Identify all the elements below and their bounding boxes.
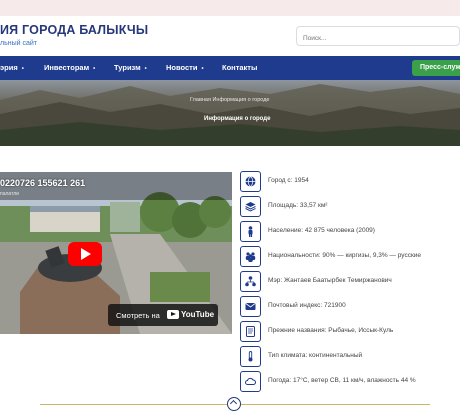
thermometer-icon: [240, 346, 261, 367]
fact-weather: Погода: 17°C, ветер СВ, 11 км/ч, влажнос…: [240, 371, 460, 393]
fact-nationalities: Национальности: 90% — киргизы, 9,3% — ру…: [240, 246, 460, 268]
top-strip: [0, 0, 460, 16]
submenu-dot-icon: •: [201, 66, 204, 72]
cloud-icon: [240, 371, 261, 392]
nav-item-label: Туризм: [114, 63, 141, 72]
video-channel: палатли: [0, 191, 19, 197]
nav-item-administration[interactable]: эрия •: [0, 63, 24, 72]
press-service-button[interactable]: Пресс-служб: [412, 60, 460, 76]
fact-text: Прежние названия: Рыбачье, Иссык-Куль: [268, 327, 394, 334]
group-icon: [240, 246, 261, 267]
fact-text: Почтовый индекс: 721900: [268, 302, 346, 309]
fact-text: Мэр: Жантаев Баатырбек Темиржанович: [268, 277, 392, 284]
mail-icon: [240, 296, 261, 317]
submenu-dot-icon: •: [21, 66, 24, 72]
video-title[interactable]: 0220726 155621 261: [0, 178, 85, 188]
nav-item-tourism[interactable]: Туризм •: [114, 63, 147, 72]
fact-text: Население: 42 875 человека (2009): [268, 227, 375, 234]
layers-icon: [240, 196, 261, 217]
document-icon: [240, 321, 261, 342]
fact-text: Тип климата: континентальный: [268, 352, 363, 359]
person-icon: [240, 221, 261, 242]
nav-item-investors[interactable]: Инвесторам •: [44, 63, 95, 72]
scroll-up-button[interactable]: [227, 397, 241, 411]
fact-text: Площадь: 33,57 км²: [268, 202, 328, 209]
fact-population: Население: 42 875 человека (2009): [240, 221, 460, 243]
globe-icon: [240, 171, 261, 192]
fact-former-names: Прежние названия: Рыбачье, Иссык-Куль: [240, 321, 460, 343]
mountains-image: [0, 80, 460, 146]
youtube-wordmark: YouTube: [181, 310, 215, 319]
fact-text: Национальности: 90% — киргизы, 9,3% — ру…: [268, 252, 422, 259]
main-nav: эрия • Инвесторам • Туризм • Новости • Конта…: [0, 56, 460, 80]
play-icon: [81, 248, 91, 260]
fact-text: Город с: 1954: [268, 177, 309, 184]
watch-on-label: Смотреть на: [116, 311, 160, 320]
org-chart-icon: [240, 271, 261, 292]
youtube-logo-icon: [167, 310, 179, 319]
fact-mayor: Мэр: Жантаев Баатырбек Темиржанович: [240, 271, 460, 293]
watch-on-youtube-button[interactable]: Смотреть на YouTube: [108, 304, 218, 326]
nav-item-label: эрия: [0, 63, 18, 72]
fact-text: Погода: 17°C, ветер СВ, 11 км/ч, влажнос…: [268, 377, 416, 384]
fact-climate: Тип климата: континентальный: [240, 346, 460, 368]
submenu-dot-icon: •: [144, 66, 147, 72]
submenu-dot-icon: •: [93, 66, 96, 72]
nav-item-label: Новости: [166, 63, 198, 72]
site-title[interactable]: ИЯ ГОРОДА БАЛЫКЧЫ: [0, 23, 148, 37]
site-header: ИЯ ГОРОДА БАЛЫКЧЫ льный сайт: [0, 16, 460, 54]
page-title: Информация о городе: [204, 116, 271, 122]
breadcrumb[interactable]: Главная Информация о городе: [190, 97, 269, 103]
nav-item-label: Контакты: [222, 63, 258, 72]
fact-postal-code: Почтовый индекс: 721900: [240, 296, 460, 318]
play-button[interactable]: [68, 242, 102, 266]
nav-item-contacts[interactable]: Контакты: [222, 63, 257, 72]
nav-item-news[interactable]: Новости •: [166, 63, 204, 72]
fact-founded: Город с: 1954: [240, 171, 460, 193]
video-player[interactable]: 0220726 155621 261 палатли Смотреть на Y…: [0, 172, 232, 334]
fact-area: Площадь: 33,57 км²: [240, 196, 460, 218]
site-subtitle: льный сайт: [0, 40, 37, 47]
hero-banner: Главная Информация о городе Информация о…: [0, 80, 460, 146]
nav-item-label: Инвесторам: [44, 63, 90, 72]
search-input[interactable]: [296, 26, 460, 46]
